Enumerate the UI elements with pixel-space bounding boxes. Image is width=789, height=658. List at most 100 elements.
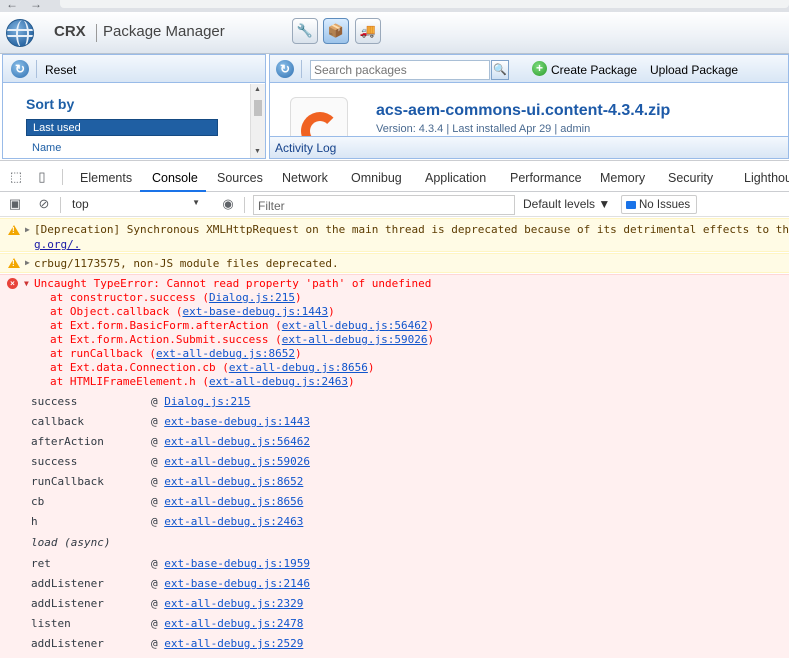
- context-select[interactable]: top ▼: [68, 195, 206, 214]
- tools-button[interactable]: 🔧: [292, 18, 318, 44]
- reset-button[interactable]: Reset: [45, 63, 76, 77]
- message-icon: [626, 201, 636, 209]
- upload-package-button[interactable]: Upload Package: [650, 63, 738, 77]
- sort-option-name[interactable]: Name: [26, 140, 218, 157]
- create-package-button[interactable]: Create Package: [551, 63, 637, 77]
- stack-link[interactable]: ext-base-debug.js:1443: [164, 415, 310, 428]
- stack-at: @ ext-all-debug.js:59026: [151, 455, 310, 468]
- stack-link[interactable]: ext-all-debug.js:56462: [164, 435, 310, 448]
- sort-option-last-used[interactable]: Last used: [26, 119, 218, 136]
- search-input[interactable]: [311, 61, 489, 79]
- sort-scrollbar[interactable]: ▲ ▼: [250, 84, 265, 158]
- console-output: ▶ [Deprecation] Synchronous XMLHttpReque…: [0, 217, 789, 658]
- forward-icon[interactable]: →: [30, 0, 42, 11]
- console-warning: ▶ [Deprecation] Synchronous XMLHttpReque…: [0, 218, 789, 252]
- clear-console-icon[interactable]: ⊘: [36, 196, 52, 212]
- tab-network[interactable]: Network: [282, 171, 328, 185]
- device-toolbar-icon[interactable]: ▯: [34, 169, 50, 185]
- add-icon[interactable]: +: [532, 61, 547, 76]
- frame-line: at Object.callback (ext-base-debug.js:14…: [50, 305, 335, 318]
- tab-omnibug[interactable]: Omnibug: [351, 171, 402, 185]
- frame-fn: at Ext.form.Action.Submit.success: [50, 333, 269, 346]
- expand-icon[interactable]: ▶: [25, 258, 30, 267]
- frame-link[interactable]: ext-all-debug.js:59026: [282, 333, 428, 346]
- toolbar-divider: [244, 197, 245, 213]
- frame-line: at runCallback (ext-all-debug.js:8652): [50, 347, 302, 360]
- crx-globe-icon: [6, 19, 34, 47]
- tab-elements[interactable]: Elements: [80, 171, 132, 185]
- stack-at: @ ext-all-debug.js:8656: [151, 495, 304, 508]
- stack-at: @ ext-base-debug.js:1443: [151, 415, 310, 428]
- frame-line: at HTMLIFrameElement.h (ext-all-debug.js…: [50, 375, 355, 388]
- stack-link[interactable]: ext-all-debug.js:8656: [164, 495, 303, 508]
- sidebar-toggle-icon[interactable]: ▣: [7, 196, 23, 212]
- refresh-icon[interactable]: ↻: [11, 60, 29, 78]
- devtools-tabbar: ⬚ ▯ Elements Console Sources Network Omn…: [0, 160, 789, 192]
- tab-console[interactable]: Console: [152, 171, 198, 185]
- error-icon: ×: [7, 278, 18, 289]
- tab-lighthouse[interactable]: Lighthouse: [744, 171, 789, 185]
- frame-fn: at Ext.data.Connection.cb: [50, 361, 216, 374]
- stack-link[interactable]: ext-all-debug.js:2329: [164, 597, 303, 610]
- stack-link[interactable]: ext-all-debug.js:8652: [164, 475, 303, 488]
- frame-fn: at runCallback: [50, 347, 143, 360]
- levels-dropdown[interactable]: Default levels ▼: [523, 197, 610, 211]
- filter-input[interactable]: Filter: [253, 195, 515, 215]
- refresh-packages-icon[interactable]: ↻: [276, 60, 294, 78]
- package-manager-button[interactable]: 📦: [323, 18, 349, 44]
- sort-toolbar: ↻ Reset: [3, 55, 265, 83]
- warning-link[interactable]: g.org/.: [34, 238, 80, 251]
- browser-strip: ← →: [0, 0, 789, 12]
- stack-link[interactable]: ext-all-debug.js:2529: [164, 637, 303, 650]
- toolbar-divider: [36, 60, 37, 78]
- stack-at: @ ext-all-debug.js:8652: [151, 475, 304, 488]
- frame-link[interactable]: ext-all-debug.js:8652: [156, 347, 295, 360]
- frame-link[interactable]: Dialog.js:215: [209, 291, 295, 304]
- stack-at: @ ext-base-debug.js:2146: [151, 577, 310, 590]
- package-thumbnail: [290, 97, 348, 136]
- stack-link[interactable]: ext-base-debug.js:1959: [164, 557, 310, 570]
- stack-fn: success: [31, 395, 78, 408]
- sort-panel: ↻ Reset Sort by Last used Name ▲ ▼: [2, 54, 266, 159]
- stack-fn: addListener: [31, 597, 104, 610]
- activity-log-bar[interactable]: Activity Log: [270, 136, 788, 158]
- scroll-thumb[interactable]: [254, 100, 262, 116]
- stack-link[interactable]: ext-all-debug.js:59026: [164, 455, 310, 468]
- context-value: top: [72, 197, 89, 211]
- tab-performance[interactable]: Performance: [510, 171, 582, 185]
- frame-link[interactable]: ext-all-debug.js:56462: [282, 319, 428, 332]
- frame-fn: at Ext.form.BasicForm.afterAction: [50, 319, 269, 332]
- tab-application[interactable]: Application: [425, 171, 486, 185]
- package-share-icon: 🚚: [359, 23, 377, 38]
- stack-at: @ Dialog.js:215: [151, 395, 251, 408]
- address-bar[interactable]: [60, 0, 789, 8]
- back-icon[interactable]: ←: [6, 0, 18, 11]
- stack-link[interactable]: ext-base-debug.js:2146: [164, 577, 310, 590]
- stack-link[interactable]: ext-all-debug.js:2463: [164, 515, 303, 528]
- expand-icon[interactable]: ▶: [25, 225, 30, 234]
- search-field[interactable]: [310, 60, 490, 80]
- collapse-icon[interactable]: ▼: [24, 279, 29, 288]
- tab-sources[interactable]: Sources: [217, 171, 263, 185]
- search-icon[interactable]: 🔍: [491, 60, 509, 80]
- inspect-element-icon[interactable]: ⬚: [8, 169, 24, 185]
- frame-link[interactable]: ext-base-debug.js:1443: [182, 305, 328, 318]
- scroll-down-icon[interactable]: ▼: [254, 148, 261, 155]
- warning-icon: [8, 225, 20, 235]
- stack-link[interactable]: ext-all-debug.js:2478: [164, 617, 303, 630]
- frame-link[interactable]: ext-all-debug.js:8656: [229, 361, 368, 374]
- issues-button[interactable]: No Issues: [621, 195, 697, 214]
- tab-security[interactable]: Security: [668, 171, 713, 185]
- frame-link[interactable]: ext-all-debug.js:2463: [209, 375, 348, 388]
- eye-icon[interactable]: ◉: [220, 196, 236, 212]
- package-name-link[interactable]: acs-aem-commons-ui.content-4.3.4.zip: [376, 102, 670, 120]
- package-list: acs-aem-commons-ui.content-4.3.4.zip Ver…: [270, 85, 788, 136]
- package-panel: ↻ 🔍 + Create Package Upload Package acs-…: [269, 54, 789, 159]
- tab-memory[interactable]: Memory: [600, 171, 645, 185]
- stack-fn: ret: [31, 557, 51, 570]
- package-share-button[interactable]: 🚚: [355, 18, 381, 44]
- stack-link[interactable]: Dialog.js:215: [164, 395, 250, 408]
- scroll-up-icon[interactable]: ▲: [254, 86, 261, 93]
- stack-at: @ ext-all-debug.js:2463: [151, 515, 304, 528]
- warning-text: [Deprecation] Synchronous XMLHttpRequest…: [34, 223, 789, 236]
